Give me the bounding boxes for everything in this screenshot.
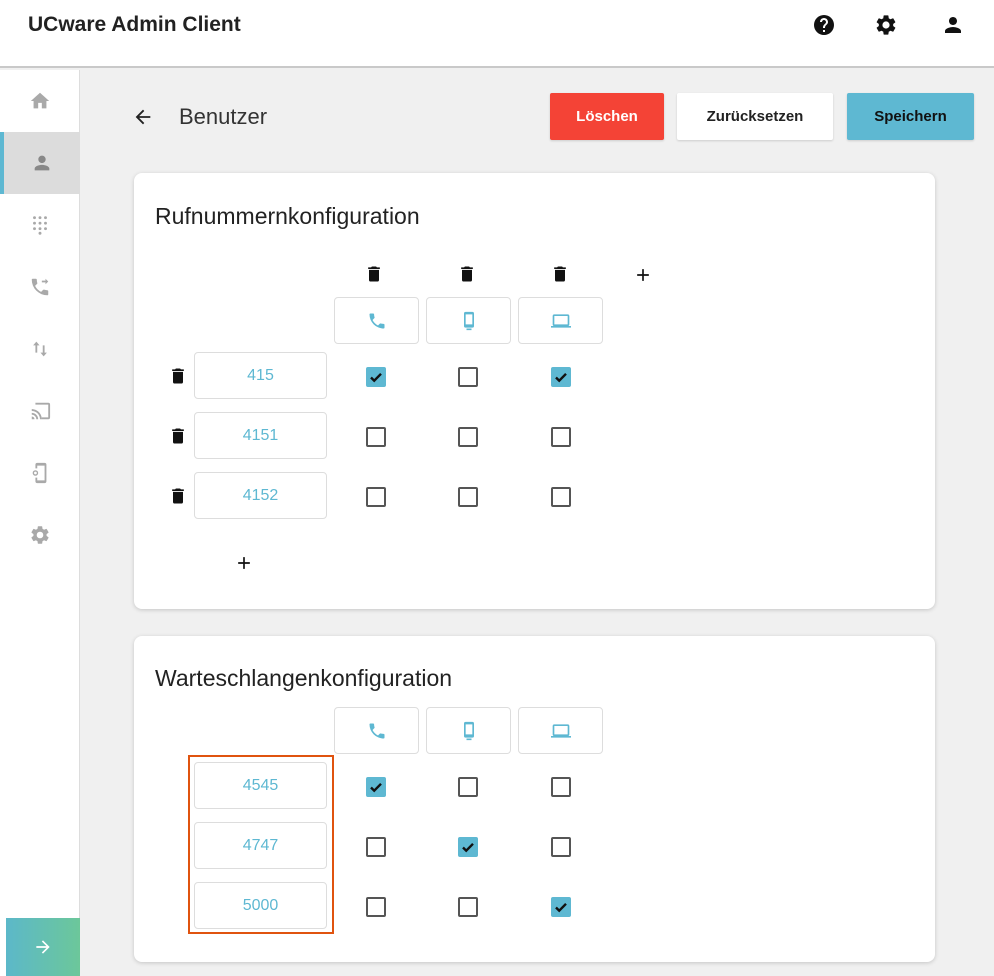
gear-icon[interactable] xyxy=(873,12,899,38)
smartphone-icon xyxy=(463,721,474,740)
sidebar-item-users[interactable] xyxy=(0,132,80,194)
top-bar: UCware Admin Client xyxy=(0,0,994,68)
page-title: Benutzer xyxy=(179,104,268,129)
app-title: UCware Admin Client xyxy=(28,13,241,36)
queue-number-field[interactable]: 4747 xyxy=(194,822,327,869)
device-settings-icon xyxy=(32,462,47,484)
laptop-icon xyxy=(550,723,571,738)
call-forward-icon xyxy=(31,278,49,296)
add-row-plus-icon[interactable] xyxy=(231,550,257,576)
checkbox-laptop[interactable] xyxy=(551,427,571,447)
checkbox-smartphone[interactable] xyxy=(458,837,478,857)
sidebar-expand-button[interactable] xyxy=(6,918,80,976)
number-field[interactable]: 4151 xyxy=(194,412,327,459)
checkbox-phone[interactable] xyxy=(366,777,386,797)
check-icon xyxy=(370,372,382,383)
checkbox-phone[interactable] xyxy=(366,897,386,917)
sidebar-item-home[interactable] xyxy=(0,70,80,132)
check-icon xyxy=(370,782,382,793)
phone-icon xyxy=(369,313,384,328)
checkbox-smartphone[interactable] xyxy=(458,427,478,447)
queue-config-title: Warteschlangenkonfiguration xyxy=(155,665,453,691)
cast-icon xyxy=(31,402,51,420)
check-icon xyxy=(555,902,567,913)
delete-row-trash-icon[interactable] xyxy=(167,423,189,449)
sidebar-item-cast[interactable] xyxy=(0,380,80,442)
account-icon[interactable] xyxy=(940,12,966,38)
help-icon[interactable] xyxy=(811,12,837,38)
checkbox-smartphone[interactable] xyxy=(458,777,478,797)
checkbox-phone[interactable] xyxy=(366,427,386,447)
transfer-arrows-icon xyxy=(33,341,47,357)
number-field[interactable]: 4152 xyxy=(194,472,327,519)
delete-column-trash-icon[interactable] xyxy=(363,261,385,287)
checkbox-smartphone[interactable] xyxy=(458,487,478,507)
back-button[interactable] xyxy=(130,104,156,130)
add-column-plus-icon[interactable] xyxy=(630,262,656,288)
checkbox-phone[interactable] xyxy=(366,837,386,857)
device-column-laptop[interactable] xyxy=(518,707,603,754)
smartphone-icon xyxy=(463,311,474,330)
dialpad-icon xyxy=(33,216,47,235)
sidebar-item-transfer[interactable] xyxy=(0,318,80,380)
device-column-phone[interactable] xyxy=(334,297,419,344)
device-column-smartphone[interactable] xyxy=(426,297,511,344)
check-icon xyxy=(462,842,474,853)
checkbox-laptop[interactable] xyxy=(551,897,571,917)
number-config-title: Rufnummernkonfiguration xyxy=(155,203,420,229)
sidebar-item-device-settings[interactable] xyxy=(0,442,80,504)
queue-config-card: Warteschlangenkonfiguration 4545 4747 50… xyxy=(134,636,935,962)
number-config-card: Rufnummernkonfiguration 415 4151 4152 xyxy=(134,173,935,609)
gear-icon xyxy=(31,526,49,544)
checkbox-phone[interactable] xyxy=(366,367,386,387)
device-column-phone[interactable] xyxy=(334,707,419,754)
phone-icon xyxy=(369,723,384,738)
delete-row-trash-icon[interactable] xyxy=(167,483,189,509)
checkbox-laptop[interactable] xyxy=(551,487,571,507)
checkbox-phone[interactable] xyxy=(366,487,386,507)
user-icon xyxy=(34,155,50,171)
device-column-smartphone[interactable] xyxy=(426,707,511,754)
device-column-laptop[interactable] xyxy=(518,297,603,344)
checkbox-smartphone[interactable] xyxy=(458,367,478,387)
sidebar-item-dialpad[interactable] xyxy=(0,194,80,256)
checkbox-laptop[interactable] xyxy=(551,837,571,857)
sidebar xyxy=(0,70,80,976)
delete-row-trash-icon[interactable] xyxy=(167,363,189,389)
queue-number-field[interactable]: 5000 xyxy=(194,882,327,929)
number-field[interactable]: 415 xyxy=(194,352,327,399)
delete-button[interactable]: Löschen xyxy=(550,93,664,140)
laptop-icon xyxy=(550,313,571,328)
delete-column-trash-icon[interactable] xyxy=(549,261,571,287)
sidebar-item-call-forward[interactable] xyxy=(0,256,80,318)
arrow-right-icon xyxy=(36,940,50,954)
checkbox-laptop[interactable] xyxy=(551,367,571,387)
queue-number-field[interactable]: 4545 xyxy=(194,762,327,809)
sidebar-item-settings[interactable] xyxy=(0,504,80,566)
checkbox-smartphone[interactable] xyxy=(458,897,478,917)
home-icon xyxy=(30,92,50,109)
check-icon xyxy=(555,372,567,383)
arrow-left-icon xyxy=(135,109,151,125)
save-button[interactable]: Speichern xyxy=(847,93,974,140)
reset-button[interactable]: Zurücksetzen xyxy=(677,93,833,140)
delete-column-trash-icon[interactable] xyxy=(456,261,478,287)
checkbox-laptop[interactable] xyxy=(551,777,571,797)
